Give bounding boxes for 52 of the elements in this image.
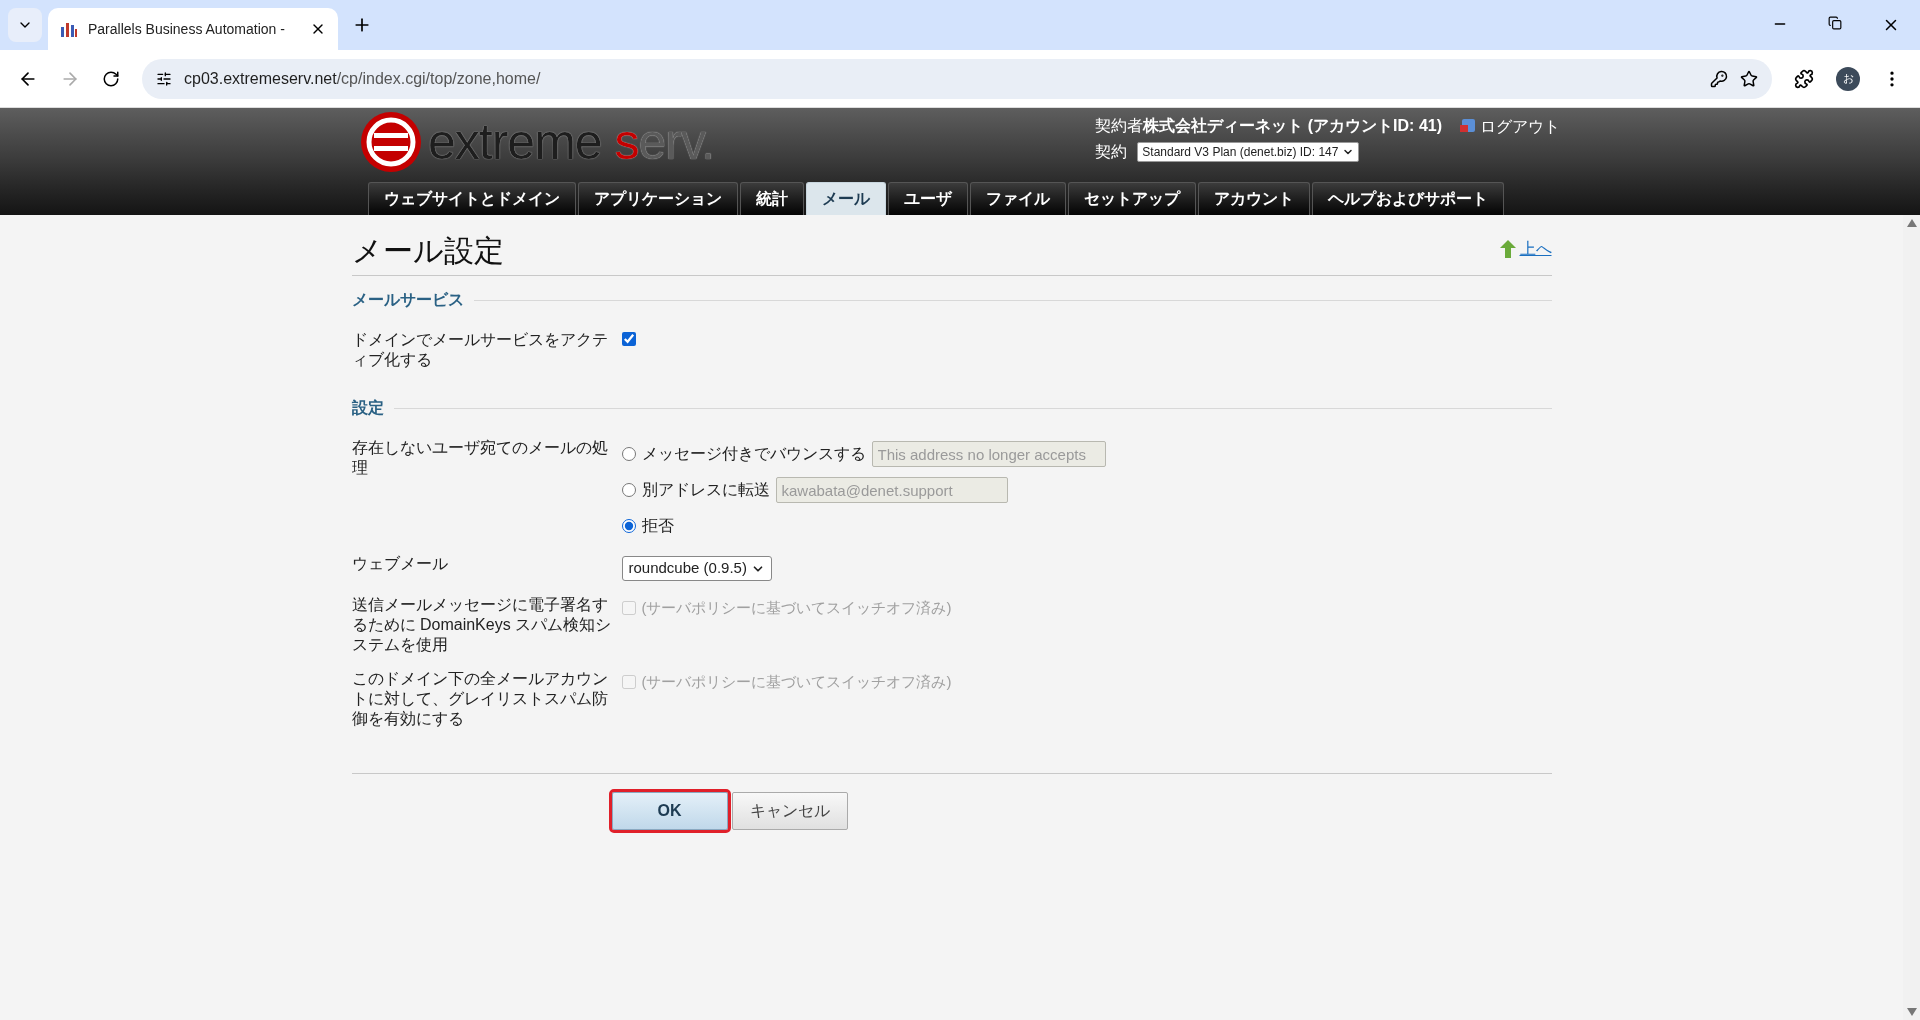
nav-tab[interactable]: メール [806, 182, 886, 215]
cancel-button[interactable]: キャンセル [731, 792, 848, 830]
plan-label: 契約 [1095, 142, 1128, 162]
nav-tab[interactable]: ウェブサイトとドメイン [368, 182, 576, 215]
nav-tab[interactable]: ヘルプおよびサポート [1312, 182, 1504, 215]
field-label: 存在しないユーザ宛てのメールの処理 [351, 438, 609, 478]
radio-label: 別アドレスに転送 [641, 480, 770, 500]
url-text: cp03.extremeserv.net/cp/index.cgi/top/zone,home/ [184, 68, 542, 89]
nav-tab[interactable]: アカウント [1198, 182, 1310, 215]
page-title: メール設定 [351, 233, 505, 269]
profile-avatar[interactable]: お [1836, 66, 1860, 91]
checkbox[interactable] [621, 332, 636, 346]
bookmark-star-icon[interactable] [1740, 69, 1758, 88]
field-label: ドメインでメールサービスをアクティブ化する [351, 330, 609, 370]
section-title: 設定 [351, 398, 384, 418]
radio-label: メッセージ付きでバウンスする [641, 444, 866, 464]
field-label: ウェブメール [351, 554, 449, 574]
radio-button[interactable] [621, 447, 636, 461]
radio-button[interactable] [621, 519, 636, 533]
logout-icon [1460, 118, 1476, 134]
webmail-select[interactable]: roundcube (0.9.5) [621, 556, 772, 581]
field-label: 送信メールメッセージに電子署名するために DomainKeys スパム検知システムを使用 [351, 595, 613, 655]
bar-chart-icon [60, 21, 78, 37]
reload-icon[interactable] [102, 69, 120, 88]
checkbox-label: (サーバポリシーに基づいてスイッチオフ済み) [641, 598, 952, 618]
nav-tab[interactable]: アプリケーション [578, 182, 738, 215]
nav-tab[interactable]: セットアップ [1068, 182, 1196, 215]
site-settings-icon[interactable] [156, 70, 172, 87]
scroll-up-icon[interactable] [1906, 219, 1917, 227]
extensions-icon[interactable] [1794, 68, 1814, 89]
tab-search-button[interactable] [8, 8, 42, 42]
ok-button[interactable]: OK [611, 792, 728, 830]
restore-icon[interactable] [1828, 16, 1842, 30]
nav-tab[interactable]: 統計 [740, 182, 804, 215]
field-label: このドメイン下の全メールアカウントに対して、グレイリストスパム防御を有効にする [351, 669, 609, 729]
radio-label: 拒否 [641, 516, 674, 536]
contract-holder: 契約者株式会社ディーネット (アカウントID: 41) [1095, 116, 1442, 136]
scroll-down-icon[interactable] [1906, 1008, 1917, 1016]
tab-title: Parallels Business Automation - [88, 19, 286, 39]
logo-emblem-icon [360, 111, 422, 173]
logout-link[interactable]: ログアウト [1480, 118, 1560, 136]
radio-button[interactable] [621, 483, 636, 497]
nav-tab[interactable]: ユーザ [888, 182, 968, 215]
up-arrow-icon [1499, 240, 1516, 258]
plan-select[interactable]: Standard V3 Plan (denet.biz) ID: 147 [1137, 142, 1360, 162]
up-link[interactable]: 上へ [1519, 237, 1552, 261]
key-icon[interactable] [1710, 69, 1728, 88]
nav-tab[interactable]: ファイル [970, 182, 1066, 215]
address-bar[interactable]: cp03.extremeserv.net/cp/index.cgi/top/zone,home/ [142, 58, 1772, 99]
browser-tab[interactable]: Parallels Business Automation - [48, 8, 338, 50]
section-title: メールサービス [351, 290, 464, 310]
checkbox-label: (サーバポリシーに基づいてスイッチオフ済み) [641, 672, 952, 692]
